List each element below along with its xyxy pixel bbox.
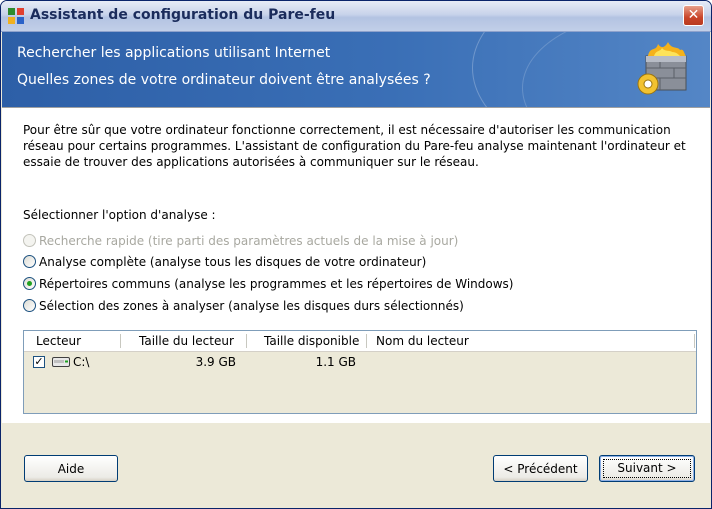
scan-option-label: Sélectionner l'option d'analyse : bbox=[23, 208, 216, 222]
drive-checkbox[interactable]: ✓ bbox=[33, 356, 45, 368]
drive-letter: C:\ bbox=[73, 355, 90, 369]
wizard-content: Pour être sûr que votre ordinateur fonct… bbox=[2, 107, 710, 424]
close-icon: ✕ bbox=[687, 7, 700, 23]
option-selected-areas[interactable]: Sélection des zones à analyser (analyse … bbox=[23, 297, 464, 315]
option-quick-scan-label: Recherche rapide (tire parti des paramèt… bbox=[39, 234, 459, 248]
avg-app-icon bbox=[8, 8, 24, 24]
column-drive-name[interactable]: Nom du lecteur bbox=[376, 331, 469, 351]
back-button[interactable]: < Précédent bbox=[493, 455, 588, 482]
wizard-header: Rechercher les applications utilisant In… bbox=[2, 32, 710, 107]
option-selected-areas-label[interactable]: Sélection des zones à analyser (analyse … bbox=[39, 299, 464, 313]
table-row[interactable]: ✓ C:\ 3.9 GB 1.1 GB bbox=[24, 352, 696, 413]
option-quick-scan: Recherche rapide (tire parti des paramèt… bbox=[23, 232, 458, 250]
drive-list-header: Lecteur Taille du lecteur Taille disponi… bbox=[24, 331, 696, 352]
drive-free-space: 1.1 GB bbox=[315, 355, 356, 369]
next-button[interactable]: Suivant > bbox=[599, 455, 695, 482]
help-button[interactable]: Aide bbox=[24, 455, 118, 482]
radio-quick-scan bbox=[23, 234, 36, 247]
description-text: Pour être sûr que votre ordinateur fonct… bbox=[23, 123, 686, 169]
wizard-footer: Aide < Précédent Suivant > bbox=[2, 423, 710, 508]
hard-drive-icon bbox=[52, 357, 70, 367]
radio-full-scan[interactable] bbox=[23, 255, 36, 268]
option-full-scan-label[interactable]: Analyse complète (analyse tous les disqu… bbox=[39, 255, 426, 269]
title-bar[interactable]: Assistant de configuration du Pare-feu ✕ bbox=[1, 1, 711, 32]
window-title: Assistant de configuration du Pare-feu bbox=[30, 7, 336, 23]
column-drive-size[interactable]: Taille du lecteur bbox=[139, 331, 234, 351]
option-common-folders[interactable]: Répertoires communs (analyse les program… bbox=[23, 275, 513, 293]
firewall-icon bbox=[637, 42, 687, 95]
option-common-folders-label[interactable]: Répertoires communs (analyse les program… bbox=[39, 277, 513, 291]
wizard-window: Assistant de configuration du Pare-feu ✕… bbox=[0, 0, 712, 509]
drive-list[interactable]: Lecteur Taille du lecteur Taille disponi… bbox=[23, 330, 697, 414]
radio-common-folders[interactable] bbox=[23, 277, 36, 290]
drive-size: 3.9 GB bbox=[195, 355, 236, 369]
header-title: Rechercher les applications utilisant In… bbox=[17, 45, 331, 61]
column-drive[interactable]: Lecteur bbox=[36, 331, 81, 351]
close-button[interactable]: ✕ bbox=[683, 5, 704, 26]
radio-selected-areas[interactable] bbox=[23, 299, 36, 312]
option-full-scan[interactable]: Analyse complète (analyse tous les disqu… bbox=[23, 253, 426, 271]
header-subtitle: Quelles zones de votre ordinateur doiven… bbox=[17, 72, 431, 88]
column-free-space[interactable]: Taille disponible bbox=[264, 331, 359, 351]
